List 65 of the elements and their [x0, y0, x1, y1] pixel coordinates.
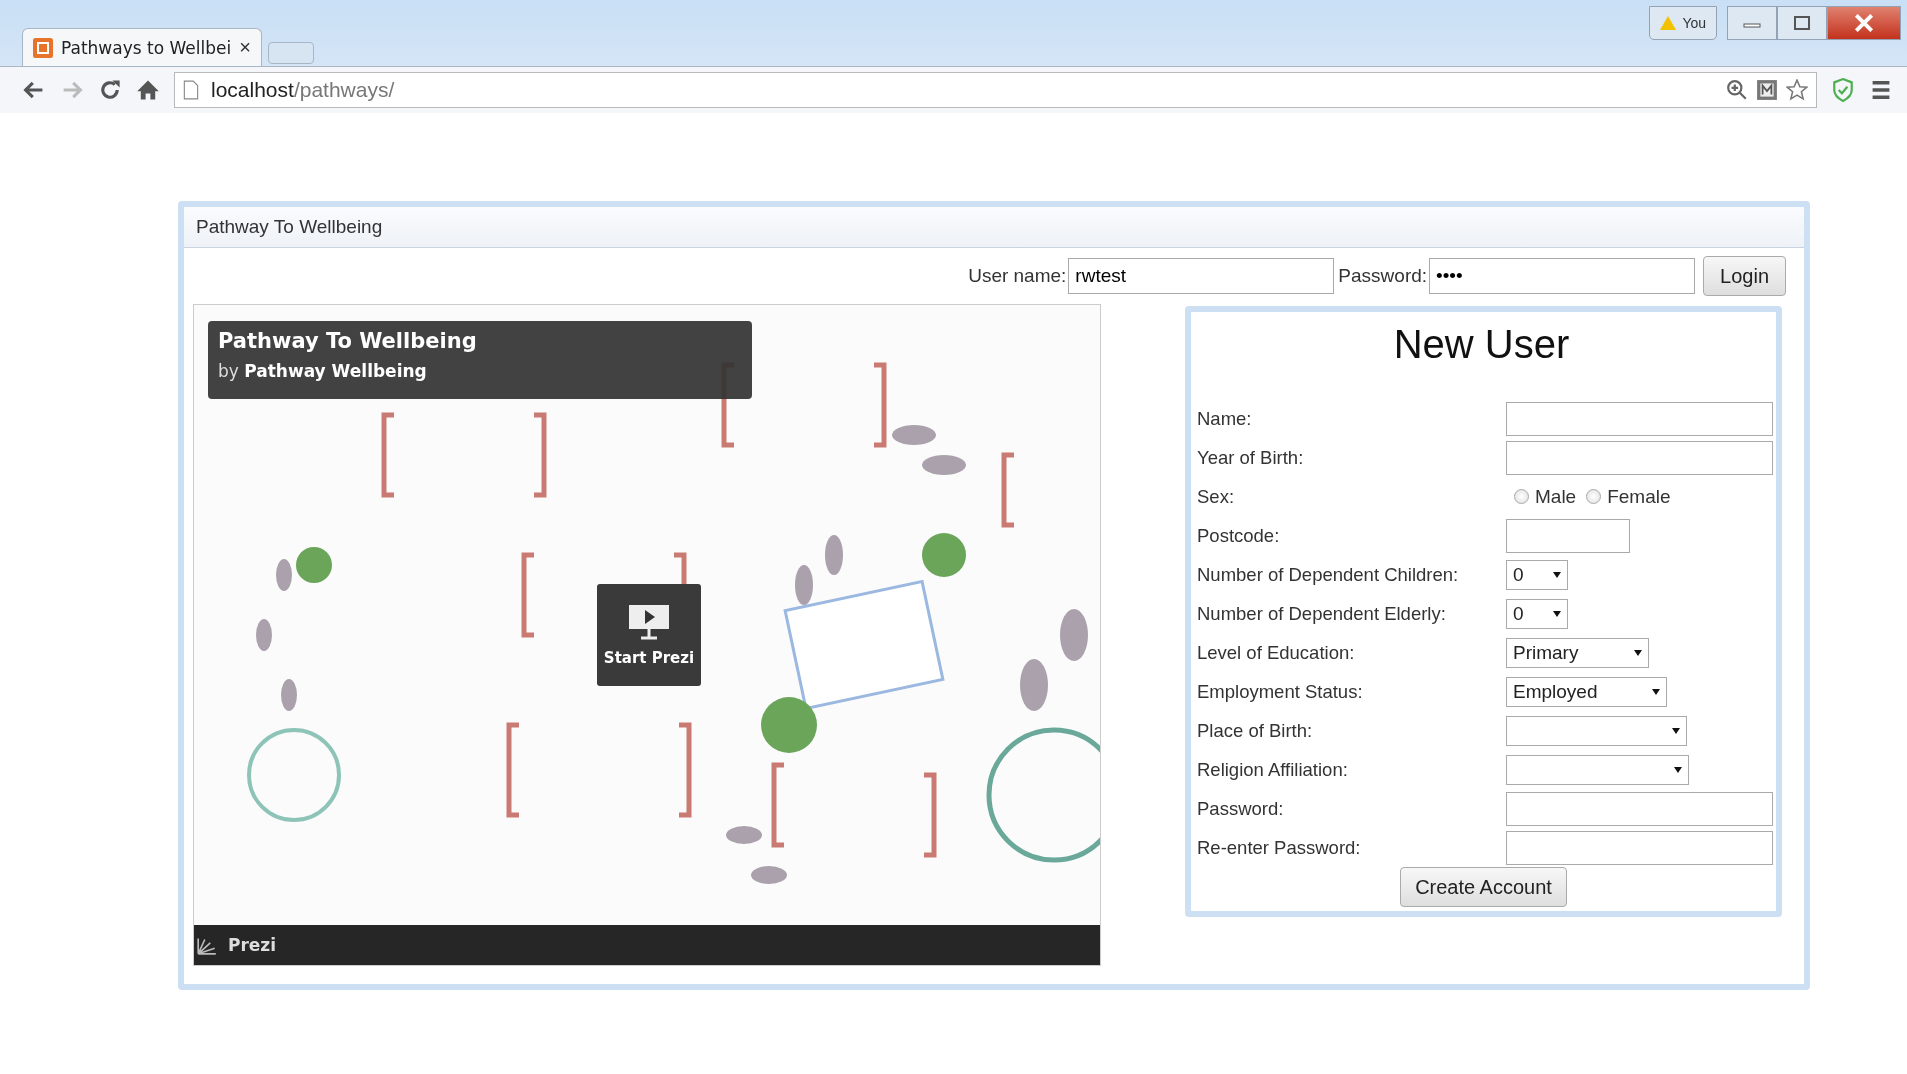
- radio-button[interactable]: [1514, 489, 1529, 504]
- browser-tab[interactable]: Pathways to Wellbei ×: [22, 28, 262, 66]
- presentation-title: Pathway To Wellbeing: [218, 329, 478, 353]
- dropdown[interactable]: 0: [1506, 598, 1568, 629]
- zoom-icon[interactable]: [1726, 79, 1748, 101]
- text-field[interactable]: [1506, 791, 1773, 826]
- caret-icon: [1553, 571, 1561, 578]
- dropdown[interactable]: [1506, 715, 1687, 746]
- text-field[interactable]: [1506, 401, 1773, 436]
- close-icon: [1853, 14, 1875, 32]
- caret-icon: [1674, 766, 1682, 773]
- reload-icon[interactable]: [98, 78, 122, 102]
- field-label: Name:: [1197, 407, 1253, 430]
- prezi-brand-label: Prezi: [228, 935, 277, 955]
- field-label: Sex:: [1197, 485, 1236, 508]
- shield-check-icon[interactable]: [1831, 78, 1855, 102]
- field-label: Level of Education:: [1197, 641, 1356, 664]
- profile-button[interactable]: You: [1649, 6, 1717, 40]
- field-label: Employment Status:: [1197, 680, 1364, 703]
- start-prezi-button[interactable]: Start Prezi: [597, 584, 701, 686]
- field-label: Postcode:: [1197, 524, 1281, 547]
- caret-icon: [1652, 688, 1660, 695]
- login-button[interactable]: Login: [1703, 256, 1786, 296]
- dropdown[interactable]: 0: [1506, 559, 1568, 590]
- panel-title: Pathway To Wellbeing: [196, 216, 383, 238]
- create-account-button[interactable]: Create Account: [1400, 867, 1567, 907]
- new-tab-button[interactable]: [268, 42, 314, 64]
- author-name: Pathway Wellbeing: [244, 361, 427, 381]
- field-label: Number of Dependent Children:: [1197, 563, 1460, 586]
- radio-button[interactable]: [1586, 489, 1602, 504]
- dropdown[interactable]: Primary: [1506, 637, 1649, 668]
- text-field[interactable]: [1506, 440, 1773, 475]
- field-label: Religion Affiliation:: [1197, 758, 1349, 781]
- home-icon[interactable]: [136, 78, 160, 102]
- field-label: Password:: [1197, 797, 1285, 820]
- bookmark-star-icon[interactable]: [1786, 79, 1808, 101]
- close-tab-icon[interactable]: ×: [239, 36, 251, 59]
- presentation-screen-icon: [627, 603, 671, 641]
- caret-icon: [1634, 649, 1642, 656]
- password-field[interactable]: ••••: [1429, 258, 1696, 294]
- radio-label: Male: [1535, 485, 1577, 508]
- by-label: by: [218, 361, 239, 381]
- page-icon: [183, 80, 199, 100]
- username-label: User name:: [968, 265, 1067, 287]
- warning-icon: [1660, 16, 1677, 30]
- caret-icon: [1553, 610, 1561, 617]
- text-field[interactable]: [1506, 518, 1630, 553]
- field-label: Year of Birth:: [1197, 446, 1305, 469]
- tab-favicon-icon: [33, 37, 53, 58]
- field-label: Place of Birth:: [1197, 719, 1314, 742]
- text-field[interactable]: [1506, 830, 1773, 865]
- radio-label: Female: [1607, 485, 1671, 508]
- field-label: Re-enter Password:: [1197, 836, 1362, 859]
- dropdown[interactable]: [1506, 754, 1689, 785]
- username-field[interactable]: rwtest: [1068, 258, 1335, 294]
- new-user-title: New User: [1392, 321, 1571, 368]
- maximize-icon: [1792, 15, 1812, 31]
- password-label: Password:: [1338, 265, 1428, 287]
- address-bar[interactable]: localhost/pathways/: [174, 72, 1817, 108]
- maximize-button[interactable]: [1777, 6, 1827, 40]
- field-label: Number of Dependent Elderly:: [1197, 602, 1447, 625]
- tab-title: Pathways to Wellbei: [61, 37, 232, 58]
- dropdown[interactable]: Employed: [1506, 676, 1667, 707]
- caret-icon: [1672, 727, 1680, 734]
- close-window-button[interactable]: [1827, 6, 1901, 40]
